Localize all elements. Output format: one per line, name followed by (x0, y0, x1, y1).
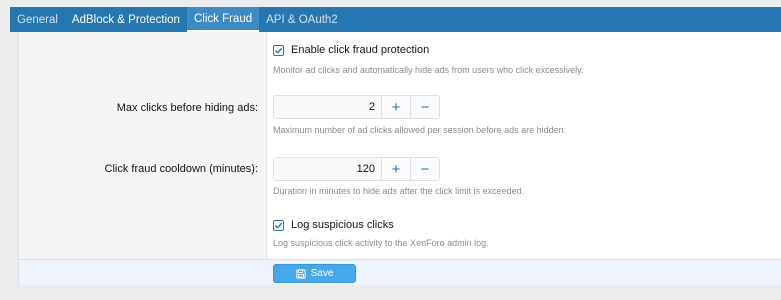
form-footer: Save (19, 259, 781, 285)
tab-api-oauth2[interactable]: API & OAuth2 (259, 7, 345, 32)
log-suspicious-checkbox[interactable] (273, 219, 284, 231)
max-clicks-stepper: + − (273, 95, 440, 119)
max-clicks-hint: Maximum number of ad clicks allowed per … (273, 125, 567, 135)
cooldown-decrement-button[interactable]: − (410, 158, 439, 180)
tab-general[interactable]: General (10, 7, 65, 32)
settings-panel: Max clicks before hiding ads: Click frau… (18, 32, 781, 285)
cooldown-stepper: + − (273, 157, 440, 181)
log-suspicious-hint: Log suspicious click activity to the Xen… (273, 238, 489, 248)
save-button[interactable]: Save (273, 264, 356, 283)
tab-click-fraud[interactable]: Click Fraud (186, 7, 260, 32)
log-suspicious-label: Log suspicious clicks (291, 219, 394, 231)
tab-adblock-protection[interactable]: AdBlock & Protection (65, 7, 187, 32)
enable-protection-checkbox[interactable] (273, 44, 284, 56)
max-clicks-label: Max clicks before hiding ads: (116, 102, 258, 114)
max-clicks-decrement-button[interactable]: − (410, 96, 439, 118)
save-button-label: Save (310, 268, 334, 279)
tab-bar: General AdBlock & Protection Click Fraud… (10, 7, 781, 32)
cooldown-increment-button[interactable]: + (381, 158, 410, 180)
cooldown-label: Click fraud cooldown (minutes): (104, 163, 258, 175)
check-icon (274, 222, 283, 229)
cooldown-hint: Duration in minutes to hide ads after th… (273, 186, 525, 196)
enable-protection-row[interactable]: Enable click fraud protection (273, 44, 429, 56)
save-icon (295, 268, 306, 279)
enable-protection-hint: Monitor ad clicks and automatically hide… (273, 65, 584, 75)
check-icon (274, 47, 283, 54)
enable-protection-label: Enable click fraud protection (291, 44, 430, 56)
max-clicks-increment-button[interactable]: + (381, 96, 410, 118)
labels-column: Max clicks before hiding ads: Click frau… (19, 32, 267, 259)
log-suspicious-row[interactable]: Log suspicious clicks (273, 219, 394, 231)
max-clicks-input[interactable] (274, 96, 381, 118)
cooldown-input[interactable] (274, 158, 381, 180)
